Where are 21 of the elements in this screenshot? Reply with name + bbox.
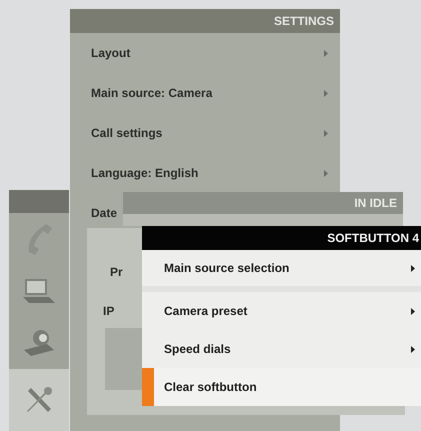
menu-item[interactable]: Layout (70, 33, 340, 73)
panel-title: SETTINGS (274, 14, 334, 28)
submenu-arrow-icon (324, 50, 328, 56)
menu-item[interactable]: Clear softbutton (142, 368, 421, 406)
sidebar-header (9, 190, 69, 213)
panel-title: IN IDLE (354, 196, 397, 210)
field-label: IP (103, 304, 114, 318)
laptop-icon (21, 277, 57, 305)
menu-item[interactable]: Main source selection (142, 250, 421, 286)
menu-item[interactable]: Camera preset (142, 292, 421, 330)
submenu-arrow-icon (324, 90, 328, 96)
field-label: Pr (110, 265, 123, 279)
menu-item[interactable]: Language: English (70, 153, 340, 193)
menu-item[interactable]: Call settings (70, 113, 340, 153)
submenu-arrow-icon (324, 130, 328, 136)
menu-item[interactable]: Main source: Camera (70, 73, 340, 113)
field-block (105, 328, 145, 390)
submenu-arrow-icon (324, 170, 328, 176)
sidebar-item[interactable] (9, 369, 69, 431)
menu-item[interactable]: Speed dials (142, 330, 421, 368)
menu-title: SOFTBUTTON 4 (327, 231, 419, 245)
